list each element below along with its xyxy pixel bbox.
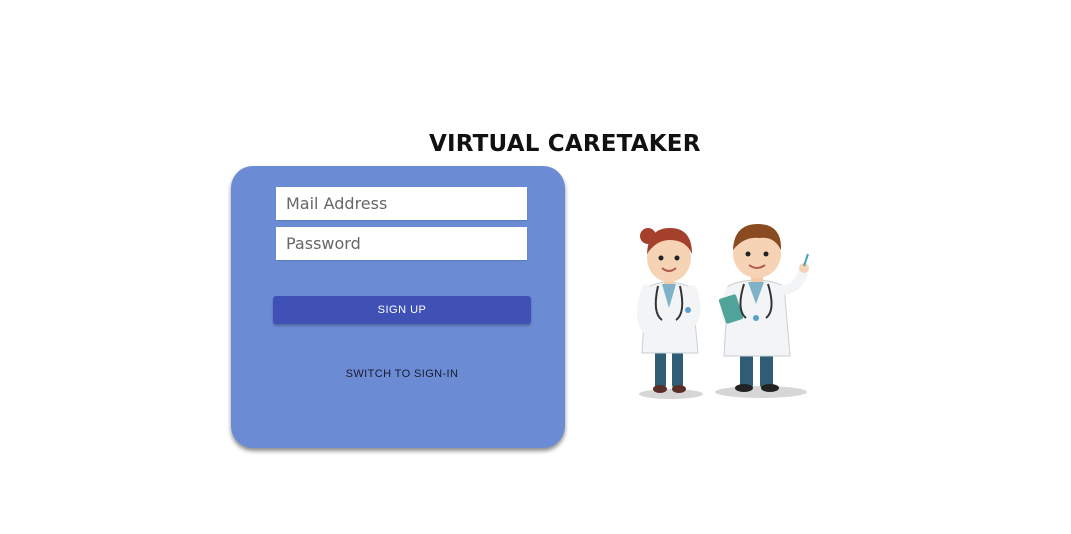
- mail-address-input[interactable]: [276, 187, 527, 220]
- doctors-illustration-icon: [637, 224, 809, 399]
- signup-card: SIGN UP SWITCH TO SIGN-IN: [231, 166, 565, 448]
- sign-up-button[interactable]: SIGN UP: [273, 296, 531, 324]
- female-doctor-icon: [637, 228, 701, 393]
- login-page: VIRTUAL CARETAKER SIGN UP SWITCH TO SIGN…: [0, 0, 1071, 534]
- switch-to-sign-in-link[interactable]: SWITCH TO SIGN-IN: [231, 368, 573, 380]
- male-doctor-icon: [718, 224, 809, 392]
- password-input[interactable]: [276, 227, 527, 260]
- page-title: VIRTUAL CARETAKER: [429, 131, 701, 157]
